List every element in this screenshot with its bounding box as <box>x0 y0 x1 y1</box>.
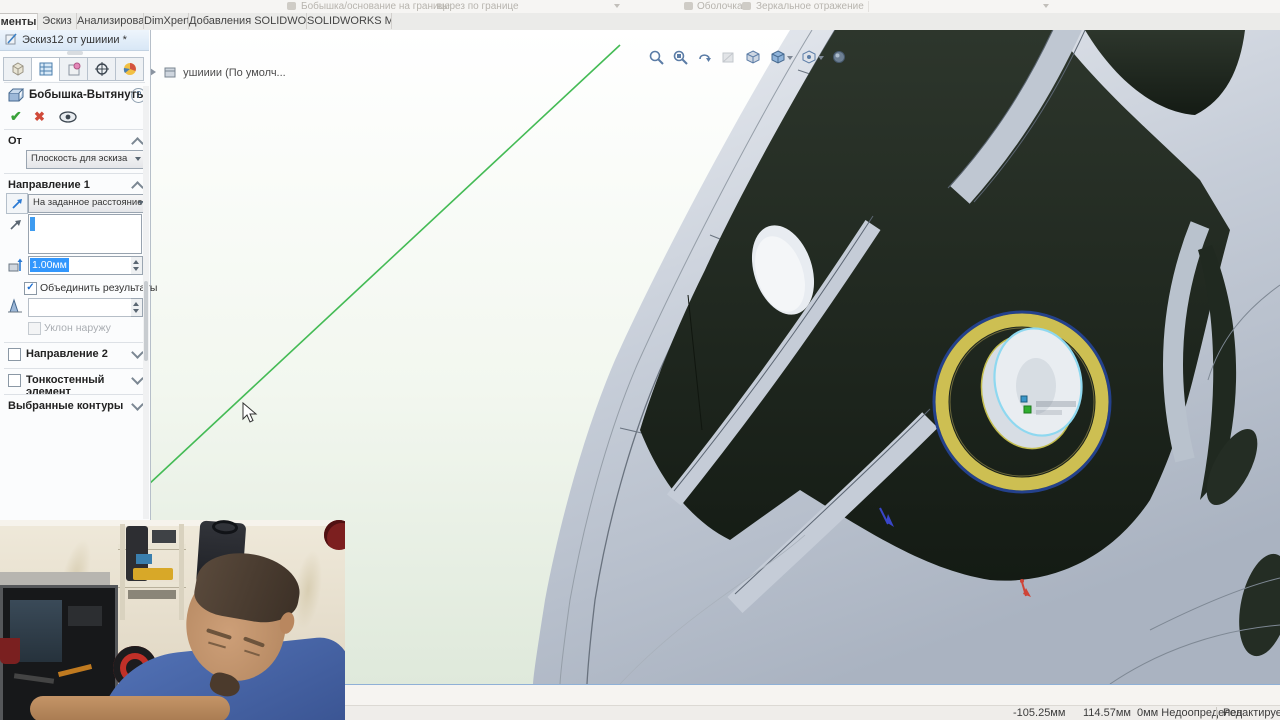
webcam-overlay <box>0 520 345 720</box>
merge-result-checkbox[interactable] <box>24 282 37 295</box>
status-x-coordinate: -105.25мм <box>1013 707 1066 719</box>
section-dir2-label[interactable]: Направление 2 <box>26 348 108 360</box>
status-edit-mode: Редактируется Э <box>1223 707 1280 719</box>
draft-outward-checkbox[interactable] <box>28 322 41 335</box>
ribbon-caret-1[interactable] <box>614 4 620 8</box>
configurationmanager-icon <box>68 62 80 76</box>
tab-evaluate[interactable]: Анализировать <box>77 13 144 29</box>
tab-dimxpert[interactable]: DimXpert <box>144 13 189 29</box>
end-condition-value: На заданное расстояние <box>33 197 143 208</box>
panel-title-text: Эскиз12 от ушииии * <box>22 34 127 46</box>
draft-outward-label: Уклон наружу <box>44 322 111 334</box>
draft-angle-input[interactable] <box>28 298 133 317</box>
cancel-button[interactable]: ✖ <box>34 109 45 125</box>
section-view-icon[interactable] <box>720 49 737 66</box>
sketch-icon <box>5 33 17 45</box>
thin-feature-checkbox[interactable] <box>8 374 21 387</box>
view-orientation-icon[interactable] <box>744 49 762 66</box>
feature-name: Бобышка-Вытянуть <box>29 89 144 101</box>
tab-addins[interactable]: Добавления SOLIDWORKS <box>189 13 307 29</box>
ribbon-boundary-boss-label[interactable]: Бобышка/основание на границе <box>301 1 450 12</box>
previous-view-icon[interactable] <box>696 49 713 66</box>
dimxpertmanager-icon <box>94 62 109 76</box>
section-from-label[interactable]: От <box>8 135 22 147</box>
ribbon-caret-2[interactable] <box>1043 4 1049 8</box>
propertymanager-icon <box>39 62 52 76</box>
panel-scrollbar[interactable] <box>143 86 149 519</box>
feature-tree-flyout[interactable]: ушииии (По умолч... <box>150 66 286 82</box>
depth-spinner[interactable] <box>131 256 143 275</box>
section-dir1-label[interactable]: Направление 1 <box>8 179 90 191</box>
zoom-fit-icon[interactable] <box>648 49 665 66</box>
draft-angle-spinner[interactable] <box>131 298 143 317</box>
direction2-checkbox[interactable] <box>8 348 21 361</box>
ribbon-shell-label[interactable]: Оболочка <box>697 1 743 12</box>
solidworks-window: Бобышка/основание на границе вырез по гр… <box>0 0 1280 720</box>
ribbon-mirror-label[interactable]: Зеркальное отражение <box>756 1 864 12</box>
ok-button[interactable]: ✔ <box>10 108 22 125</box>
section-from-collapse-icon[interactable] <box>131 137 144 150</box>
panel-scrollbar-thumb[interactable] <box>144 281 148 361</box>
reverse-direction-button[interactable] <box>6 193 28 214</box>
tab-dimxpertmanager[interactable] <box>87 57 116 81</box>
ribbon-boundary-cut-label[interactable]: вырез по границе <box>437 1 519 12</box>
commandmanager-tabs: менты Эскиз Анализировать DimXpert Добав… <box>0 13 1280 31</box>
tab-propertymanager[interactable] <box>31 57 60 81</box>
ribbon-sliver: Бобышка/основание на границе вырез по гр… <box>0 0 1280 14</box>
tab-mbd[interactable]: SOLIDWORKS MBD <box>307 13 392 29</box>
heads-up-toolbar <box>648 45 848 69</box>
tab-configurationmanager[interactable] <box>59 57 88 81</box>
ribbon-separator <box>868 1 869 12</box>
section-contours-label[interactable]: Выбранные контуры <box>8 400 123 412</box>
selection-caret <box>30 217 35 231</box>
boundary-boss-icon <box>287 2 296 10</box>
direction-selection-box[interactable] <box>28 214 142 254</box>
tab-elements[interactable]: менты <box>0 13 38 30</box>
cam-red-cup <box>0 638 20 664</box>
preview-eye-icon[interactable] <box>58 111 78 124</box>
panel-splitter-handle[interactable] <box>67 51 83 55</box>
tree-part-name[interactable]: ушииии (По умолч... <box>183 67 286 79</box>
cam-wall-object <box>324 520 345 550</box>
sketch-point-handle[interactable] <box>1020 395 1028 403</box>
tab-sketch[interactable]: Эскиз <box>38 13 77 29</box>
sketch-origin-point[interactable] <box>1023 405 1032 414</box>
cam-shelf <box>118 524 186 620</box>
person-arm <box>30 696 230 720</box>
displaymanager-icon <box>123 63 136 75</box>
depth-value: 1.00мм <box>30 258 69 272</box>
extrude-direction-icon <box>10 220 21 230</box>
status-separator <box>1216 707 1217 720</box>
section-dir1-collapse-icon[interactable] <box>131 181 144 194</box>
hide-show-items-icon[interactable] <box>800 49 824 66</box>
merge-result-label[interactable]: Объединить результаты <box>40 282 157 294</box>
reverse-direction-icon <box>12 198 22 209</box>
shell-icon <box>684 2 693 10</box>
depth-input[interactable]: 1.00мм <box>28 256 133 275</box>
zoom-area-icon[interactable] <box>672 49 689 66</box>
display-style-icon[interactable] <box>769 49 793 66</box>
tab-featuremanager[interactable] <box>3 57 32 81</box>
draft-icon <box>8 298 22 313</box>
end-condition-dropdown[interactable]: На заданное расстояние <box>28 194 147 213</box>
part-document-icon <box>164 67 176 78</box>
depth-icon <box>8 258 23 272</box>
from-plane-dropdown[interactable]: Плоскость для эскиза <box>26 150 144 169</box>
section-contours-expand-icon[interactable] <box>131 398 144 411</box>
tab-displaymanager[interactable] <box>115 57 144 81</box>
from-plane-value: Плоскость для эскиза <box>31 153 128 164</box>
section-dir2-expand-icon[interactable] <box>131 346 144 359</box>
property-manager-panel: Эскиз12 от ушииии * Бобышка-Вытянуть ? ✔… <box>0 30 157 520</box>
appearances-icon[interactable] <box>831 49 848 66</box>
boss-extrude-icon <box>8 88 25 102</box>
panel-title-bar[interactable]: Эскиз12 от ушииии * <box>0 30 149 51</box>
mirror-icon <box>742 2 751 10</box>
status-y-coordinate: 114.57мм <box>1083 707 1131 719</box>
featuremanager-icon <box>12 62 23 76</box>
